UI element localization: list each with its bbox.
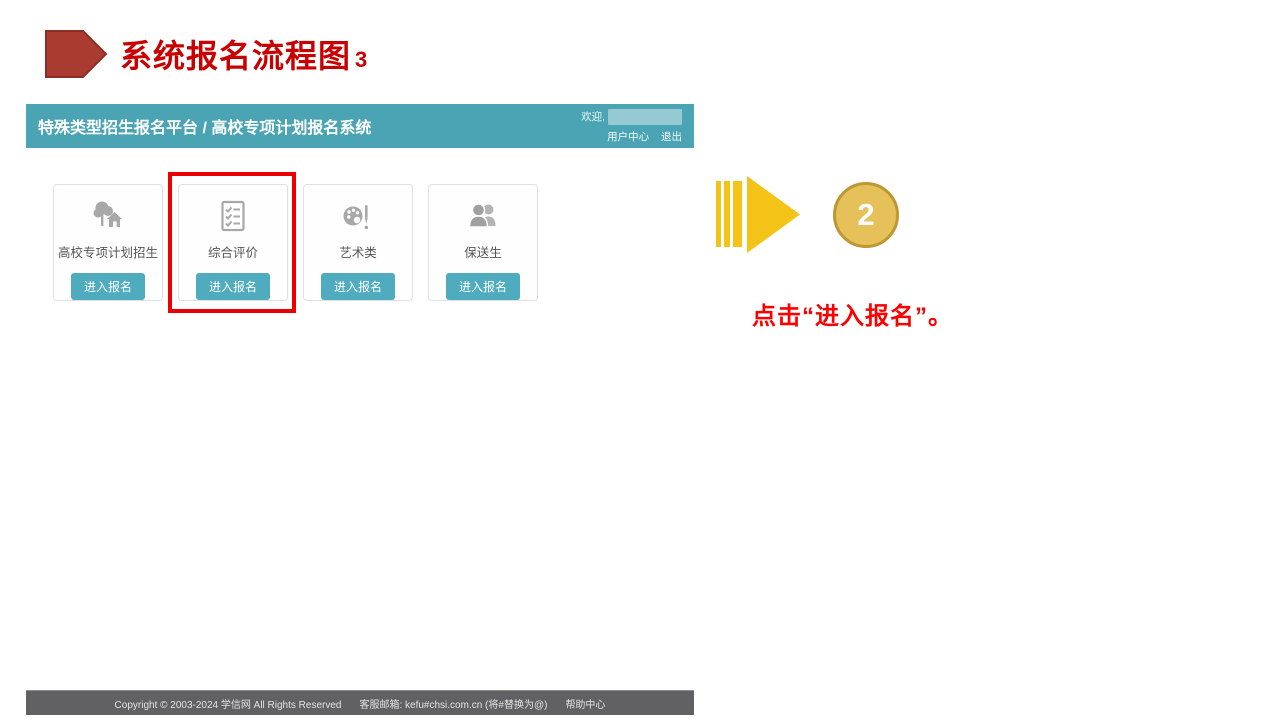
highlight-box bbox=[168, 172, 296, 313]
card-label: 保送生 bbox=[464, 242, 502, 261]
header-user-area: 欢迎, 用户中心 退出 bbox=[581, 108, 682, 144]
enter-register-button[interactable]: 进入报名 bbox=[71, 273, 145, 300]
logout-link[interactable]: 退出 bbox=[661, 131, 682, 143]
tree-house-icon bbox=[90, 198, 126, 234]
app-header: 特殊类型招生报名平台 / 高校专项计划报名系统 欢迎, 用户中心 退出 bbox=[26, 104, 694, 148]
card-label: 高校专项计划招生 bbox=[58, 242, 158, 261]
user-center-link[interactable]: 用户中心 bbox=[607, 131, 649, 143]
app-header-title: 特殊类型招生报名平台 / 高校专项计划报名系统 bbox=[38, 114, 371, 138]
redacted-username bbox=[608, 109, 682, 125]
slide-title-text: 系统报名流程图 bbox=[120, 38, 351, 74]
palette-icon bbox=[340, 198, 376, 234]
slide-title-row: 系统报名流程图3 bbox=[45, 30, 368, 78]
enter-register-button[interactable]: 进入报名 bbox=[321, 273, 395, 300]
step-arrow-icon bbox=[712, 176, 802, 254]
copyright-text: Copyright © 2003-2024 学信网 All Rights Res… bbox=[115, 696, 342, 711]
embedded-screenshot: 特殊类型招生报名平台 / 高校专项计划报名系统 欢迎, 用户中心 退出 bbox=[26, 104, 694, 716]
card-special-program: 高校专项计划招生 进入报名 bbox=[53, 184, 163, 301]
help-center-link[interactable]: 帮助中心 bbox=[565, 696, 605, 711]
title-arrow-icon bbox=[45, 30, 107, 78]
page-title: 系统报名流程图3 bbox=[120, 31, 368, 77]
welcome-label: 欢迎, bbox=[581, 109, 605, 124]
card-recommended-students: 保送生 进入报名 bbox=[428, 184, 538, 301]
app-footer: Copyright © 2003-2024 学信网 All Rights Res… bbox=[26, 690, 694, 715]
slide-title-number: 3 bbox=[355, 47, 368, 72]
service-email-text: 客服邮箱: kefu#chsi.com.cn (将#替换为@) bbox=[359, 696, 547, 711]
step-number-badge: 2 bbox=[833, 182, 899, 248]
people-icon bbox=[465, 198, 501, 234]
enter-register-button[interactable]: 进入报名 bbox=[446, 273, 520, 300]
card-label: 艺术类 bbox=[339, 242, 377, 261]
instruction-text: 点击“进入报名”。 bbox=[752, 296, 953, 331]
card-arts: 艺术类 进入报名 bbox=[303, 184, 413, 301]
